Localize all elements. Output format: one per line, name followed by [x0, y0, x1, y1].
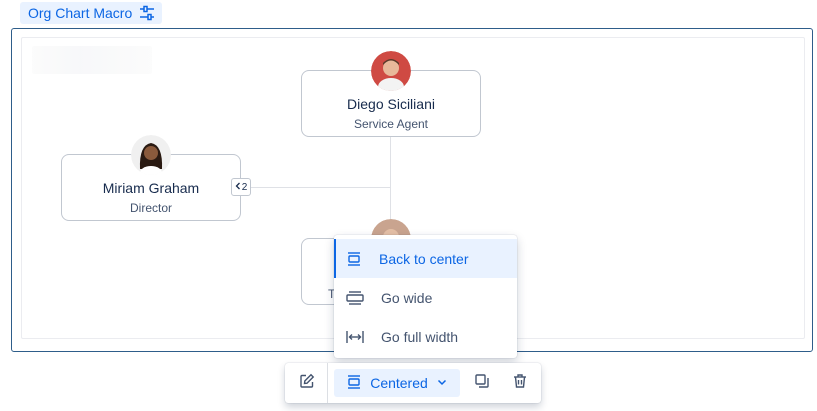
- menu-item-go-full-width[interactable]: Go full width: [334, 317, 517, 356]
- back-to-center-icon: [346, 251, 362, 267]
- menu-item-back-to-center[interactable]: Back to center: [334, 239, 517, 278]
- menu-item-go-wide[interactable]: Go wide: [334, 278, 517, 317]
- avatar: [371, 51, 411, 91]
- settings-sliders-icon[interactable]: [138, 4, 156, 22]
- layout-dropdown-menu: Back to center Go wide Go full width: [334, 235, 517, 358]
- macro-label[interactable]: Org Chart Macro: [20, 2, 163, 24]
- faint-watermark: [32, 46, 152, 74]
- edit-button[interactable]: [293, 369, 321, 397]
- expand-reports-button[interactable]: 2: [231, 178, 251, 196]
- node-name: Miriam Graham: [102, 180, 200, 196]
- macro-label-text: Org Chart Macro: [28, 5, 133, 21]
- node-role: Director: [129, 201, 172, 215]
- avatar: [131, 135, 171, 175]
- node-name: Diego Siciliani: [347, 96, 435, 112]
- layout-dropdown-button[interactable]: Centered: [334, 369, 460, 397]
- chevron-down-icon: [436, 375, 448, 391]
- centered-layout-icon: [346, 374, 362, 393]
- go-wide-icon: [346, 290, 364, 306]
- copy-button[interactable]: [468, 369, 496, 397]
- chevron-left-icon: [235, 182, 241, 193]
- menu-item-label: Go full width: [381, 328, 459, 345]
- trash-icon: [512, 373, 528, 394]
- toolbar-divider: [327, 363, 328, 403]
- node-role: Service Agent: [353, 117, 429, 131]
- go-full-width-icon: [346, 329, 364, 345]
- copy-icon: [474, 373, 490, 394]
- macro-toolbar: Centered: [285, 363, 541, 403]
- menu-item-label: Back to center: [379, 250, 469, 267]
- menu-item-label: Go wide: [381, 289, 433, 306]
- connector-horizontal: [250, 187, 391, 188]
- reports-count: 2: [241, 181, 248, 193]
- layout-label: Centered: [370, 375, 428, 391]
- edit-icon: [299, 373, 315, 394]
- delete-button[interactable]: [506, 369, 534, 397]
